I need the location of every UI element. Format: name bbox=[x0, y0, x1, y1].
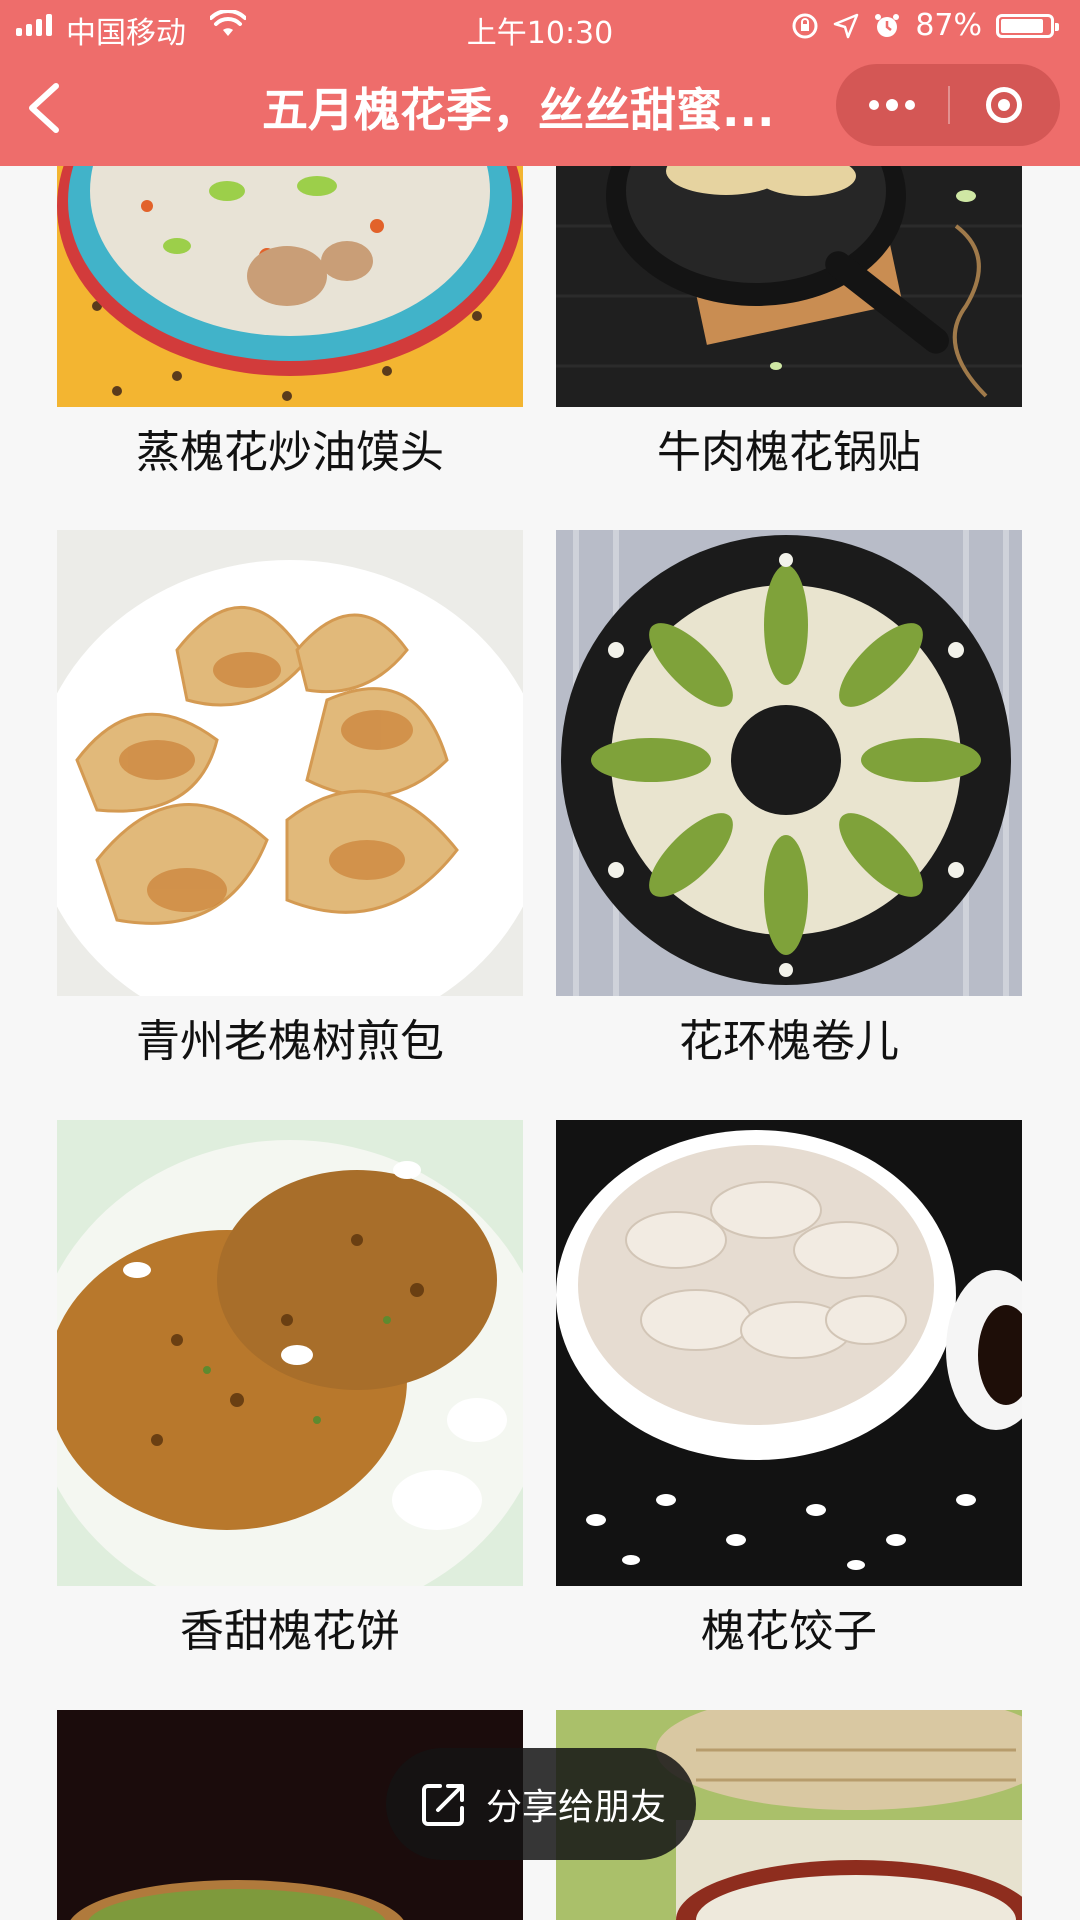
recipe-card[interactable]: 蒸槐花炒油馍头 bbox=[57, 166, 523, 483]
alarm-icon bbox=[875, 13, 900, 37]
share-icon bbox=[422, 1784, 464, 1826]
recipe-name: 牛肉槐花锅贴 bbox=[657, 427, 921, 478]
back-icon[interactable] bbox=[22, 80, 66, 136]
header: 中国移动 上午10:30 87% 五月槐花季，丝丝甜蜜... bbox=[0, 0, 1080, 166]
recipe-card[interactable]: 香甜槐花饼 bbox=[57, 1120, 523, 1662]
share-label: 分享给朋友 bbox=[486, 1787, 667, 1828]
recipe-photo bbox=[556, 1120, 1022, 1586]
location-icon bbox=[834, 13, 859, 38]
status-bar: 中国移动 上午10:30 87% bbox=[0, 0, 1080, 52]
recipe-name: 香甜槐花饼 bbox=[180, 1606, 400, 1657]
recipe-name: 蒸槐花炒油馍头 bbox=[136, 427, 444, 478]
more-icon[interactable] bbox=[836, 64, 948, 146]
status-right: 87% bbox=[791, 8, 1059, 43]
close-miniprogram-icon[interactable] bbox=[948, 64, 1060, 146]
recipe-photo bbox=[57, 166, 523, 407]
rotation-lock-icon bbox=[792, 13, 818, 38]
recipe-photo bbox=[57, 1120, 523, 1586]
recipe-name: 花环槐卷儿 bbox=[679, 1016, 899, 1067]
share-button[interactable]: 分享给朋友 bbox=[386, 1748, 696, 1860]
battery-percent: 87% bbox=[915, 8, 982, 43]
recipe-card[interactable]: 槐花饺子 bbox=[556, 1120, 1022, 1662]
recipe-name: 槐花饺子 bbox=[701, 1606, 877, 1657]
recipe-photo bbox=[57, 530, 523, 996]
nav-bar: 五月槐花季，丝丝甜蜜... bbox=[0, 52, 1080, 166]
recipe-card[interactable]: 牛肉槐花锅贴 bbox=[556, 166, 1022, 483]
menu-capsule bbox=[836, 64, 1060, 146]
battery-icon bbox=[996, 13, 1059, 38]
recipe-grid: 蒸槐花炒油馍头 牛肉槐花锅贴 青州老槐树煎包 花环槐卷儿 香甜槐花饼 槐花饺子 bbox=[0, 0, 1080, 1920]
recipe-card[interactable]: 青州老槐树煎包 bbox=[57, 530, 523, 1072]
recipe-photo bbox=[556, 166, 1022, 407]
page-title: 五月槐花季，丝丝甜蜜... bbox=[262, 83, 775, 137]
recipe-name: 青州老槐树煎包 bbox=[136, 1016, 444, 1067]
recipe-photo bbox=[556, 530, 1022, 996]
recipe-card[interactable]: 花环槐卷儿 bbox=[556, 530, 1022, 1072]
